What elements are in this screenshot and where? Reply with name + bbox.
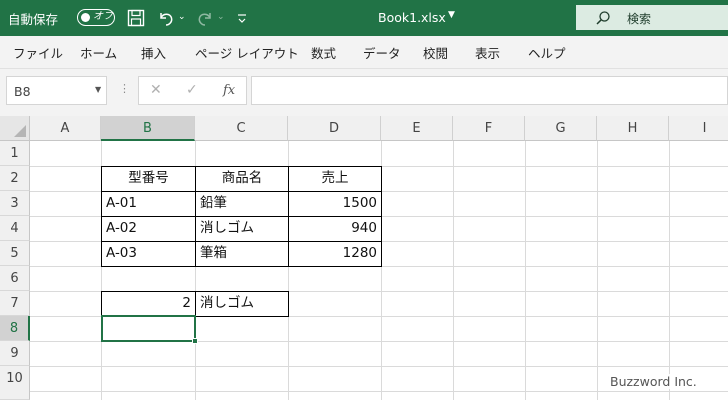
insert-function-icon[interactable]: fx — [223, 83, 235, 98]
select-all-button[interactable] — [0, 116, 30, 141]
cell-c2[interactable]: 商品名 — [196, 166, 288, 191]
worksheet-grid: A B C D E F G H I 1 2 3 4 5 6 7 8 9 10 型… — [0, 116, 728, 400]
row-header-7[interactable]: 7 — [0, 291, 30, 316]
gridline — [381, 141, 382, 400]
workbook-title[interactable]: Book1.xlsx — [378, 10, 446, 25]
column-header-g[interactable]: G — [525, 116, 597, 141]
row-header-3[interactable]: 3 — [0, 191, 30, 216]
row-header-9[interactable]: 9 — [0, 341, 30, 366]
active-cell-b8[interactable] — [101, 315, 198, 344]
row-header-1[interactable]: 1 — [0, 141, 30, 166]
column-header-d[interactable]: D — [288, 116, 381, 141]
cell-b4[interactable]: A-02 — [102, 216, 195, 241]
enter-icon[interactable]: ✓ — [186, 82, 198, 98]
redo-dropdown-icon[interactable]: ⌄ — [217, 12, 225, 32]
row-header-6[interactable]: 6 — [0, 266, 30, 291]
title-bar: 自動保存 オフ ⌄ ⌄ Book1.xlsx ▼ 検索 — [0, 0, 728, 36]
customize-toolbar-icon[interactable] — [236, 8, 248, 28]
name-box-value: B8 — [14, 84, 31, 99]
column-header-i[interactable]: I — [669, 116, 728, 141]
cell-d5[interactable]: 1280 — [289, 241, 381, 266]
search-box[interactable]: 検索 — [576, 5, 728, 30]
row-header-4[interactable]: 4 — [0, 216, 30, 241]
gridline — [453, 141, 454, 400]
menu-help[interactable]: ヘルプ — [528, 43, 566, 62]
column-header-c[interactable]: C — [195, 116, 288, 141]
row-header-5[interactable]: 5 — [0, 241, 30, 266]
menu-bar: ファイル ホーム 挿入 ページ レイアウト 数式 データ 校閲 表示 ヘルプ — [0, 36, 728, 69]
column-header-e[interactable]: E — [381, 116, 453, 141]
menu-file[interactable]: ファイル — [13, 43, 63, 62]
cell-b2[interactable]: 型番号 — [102, 166, 195, 191]
watermark: Buzzword Inc. — [610, 374, 697, 389]
fill-handle[interactable] — [192, 338, 198, 344]
column-header-b[interactable]: B — [101, 116, 195, 141]
row-header-2[interactable]: 2 — [0, 166, 30, 191]
redo-icon[interactable] — [195, 8, 215, 28]
autosave-toggle[interactable]: オフ — [77, 9, 115, 26]
row-header-8[interactable]: 8 — [0, 316, 30, 341]
toggle-knob — [81, 12, 90, 22]
gridline — [597, 141, 598, 400]
undo-dropdown-icon[interactable]: ⌄ — [178, 12, 186, 32]
cell-b3[interactable]: A-01 — [102, 191, 195, 216]
name-box[interactable]: B8 ▼ — [6, 76, 107, 105]
gridline — [525, 141, 526, 400]
menu-view[interactable]: 表示 — [475, 43, 500, 62]
menu-page-layout[interactable]: ページ レイアウト — [195, 43, 299, 62]
menu-data[interactable]: データ — [363, 43, 401, 62]
autosave-label: 自動保存 — [8, 12, 59, 27]
gridline — [30, 391, 728, 392]
autosave-toggle-state: オフ — [93, 11, 113, 22]
chevron-down-icon[interactable]: ▼ — [95, 85, 101, 94]
cell-b5[interactable]: A-03 — [102, 241, 195, 266]
menu-review[interactable]: 校閲 — [423, 43, 448, 62]
cell-d3[interactable]: 1500 — [289, 191, 381, 216]
row-header-10[interactable]: 10 — [0, 366, 30, 400]
column-header-h[interactable]: H — [597, 116, 669, 141]
formula-buttons: ✕ ✓ fx — [138, 76, 247, 105]
menu-formulas[interactable]: 数式 — [311, 43, 336, 62]
search-placeholder: 検索 — [627, 12, 652, 26]
undo-icon[interactable] — [156, 8, 176, 28]
cell-c5[interactable]: 筆箱 — [196, 241, 288, 266]
chevron-down-icon[interactable]: ▼ — [448, 10, 455, 20]
formula-input[interactable] — [251, 76, 728, 105]
menu-home[interactable]: ホーム — [80, 43, 117, 62]
formula-bar-grip-icon[interactable]: ⋮ — [119, 82, 130, 95]
cell-d4[interactable]: 940 — [289, 216, 381, 241]
search-icon — [596, 11, 610, 25]
gridline — [669, 141, 670, 400]
cell-b7[interactable]: 2 — [102, 291, 195, 316]
cell-d2[interactable]: 売上 — [289, 166, 381, 191]
gridline — [30, 266, 728, 267]
column-header-a[interactable]: A — [30, 116, 101, 141]
cell-c7[interactable]: 消しゴム — [196, 291, 288, 316]
select-all-triangle-icon — [14, 125, 26, 137]
gridline — [30, 366, 728, 367]
column-header-f[interactable]: F — [453, 116, 525, 141]
menu-insert[interactable]: 挿入 — [141, 43, 166, 62]
cancel-icon[interactable]: ✕ — [150, 82, 162, 98]
cell-c3[interactable]: 鉛筆 — [196, 191, 288, 216]
cell-c4[interactable]: 消しゴム — [196, 216, 288, 241]
save-icon[interactable] — [126, 8, 146, 28]
